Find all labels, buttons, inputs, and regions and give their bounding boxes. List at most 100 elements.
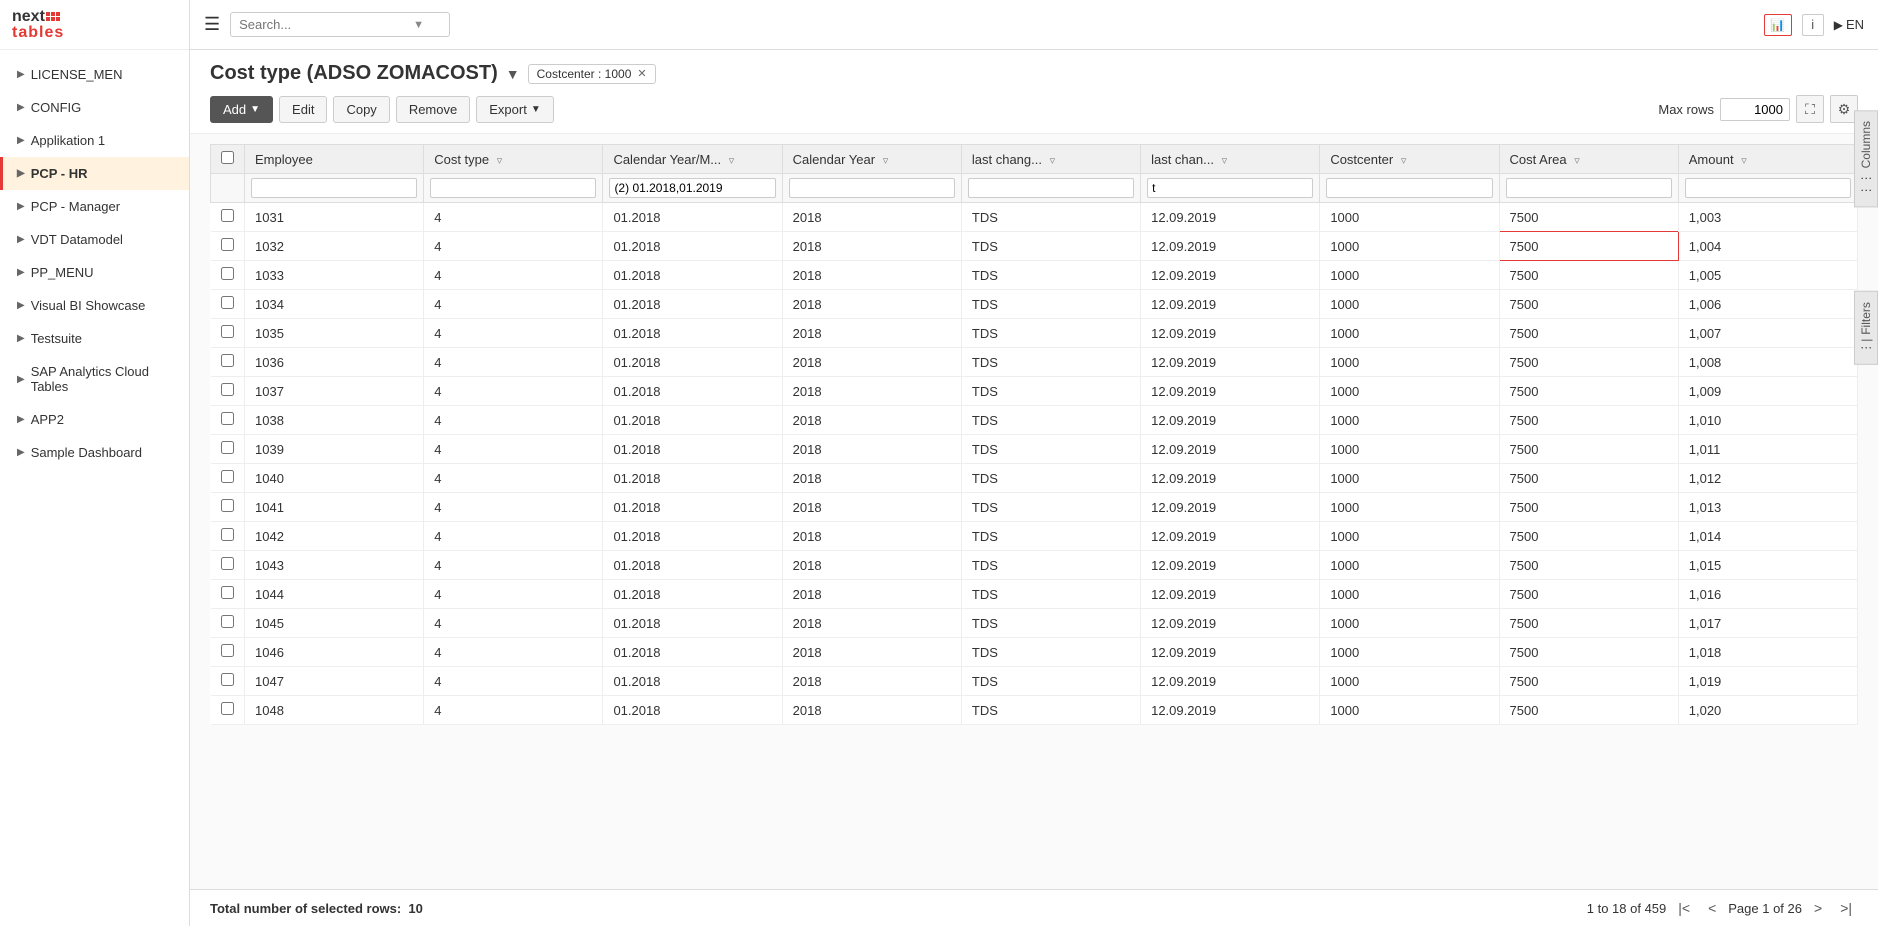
- filter-employee-input[interactable]: [251, 178, 417, 198]
- table-row[interactable]: 1036401.20182018TDS12.09.2019100075001,0…: [211, 348, 1858, 377]
- row-checkbox[interactable]: [221, 586, 234, 599]
- row-checkbox[interactable]: [221, 615, 234, 628]
- filter-calendar-year-month-input[interactable]: [609, 178, 775, 198]
- row-checkbox-cell[interactable]: [211, 261, 245, 290]
- sidebar-item-pp-menu[interactable]: ▶ PP_MENU: [0, 256, 189, 289]
- th-last-changed-on[interactable]: last chan... ▿: [1141, 145, 1320, 174]
- add-button[interactable]: Add ▼: [210, 96, 273, 123]
- filter-calendar-year[interactable]: [782, 174, 961, 203]
- row-checkbox[interactable]: [221, 673, 234, 686]
- sidebar-item-pcp-manager[interactable]: ▶ PCP - Manager: [0, 190, 189, 223]
- row-checkbox[interactable]: [221, 702, 234, 715]
- copy-button[interactable]: Copy: [333, 96, 389, 123]
- row-checkbox[interactable]: [221, 325, 234, 338]
- th-costcenter[interactable]: Costcenter ▿: [1320, 145, 1499, 174]
- remove-button[interactable]: Remove: [396, 96, 470, 123]
- filter-calendar-year-input[interactable]: [789, 178, 955, 198]
- table-row[interactable]: 1044401.20182018TDS12.09.2019100075001,0…: [211, 580, 1858, 609]
- row-checkbox-cell[interactable]: [211, 348, 245, 377]
- table-row[interactable]: 1034401.20182018TDS12.09.2019100075001,0…: [211, 290, 1858, 319]
- filter-amount[interactable]: [1678, 174, 1857, 203]
- table-row[interactable]: 1041401.20182018TDS12.09.2019100075001,0…: [211, 493, 1858, 522]
- hamburger-menu-icon[interactable]: ☰: [204, 14, 220, 35]
- filter-dropdown-icon[interactable]: ▼: [506, 66, 520, 82]
- sidebar-item-visual-bi-showcase[interactable]: ▶ Visual BI Showcase: [0, 289, 189, 322]
- sidebar-item-applikation-1[interactable]: ▶ Applikation 1: [0, 124, 189, 157]
- row-checkbox-cell[interactable]: [211, 696, 245, 725]
- table-row[interactable]: 1046401.20182018TDS12.09.2019100075001,0…: [211, 638, 1858, 667]
- filter-cost-area-input[interactable]: [1506, 178, 1672, 198]
- row-checkbox-cell[interactable]: [211, 232, 245, 261]
- sidebar-item-sample-dashboard[interactable]: ▶ Sample Dashboard: [0, 436, 189, 469]
- columns-panel-tab[interactable]: ⋮⋮ Columns: [1854, 110, 1878, 207]
- row-checkbox[interactable]: [221, 441, 234, 454]
- filter-icon[interactable]: ▿: [1401, 155, 1407, 167]
- filter-icon[interactable]: ▿: [1741, 155, 1747, 167]
- filters-panel-tab[interactable]: ⋮| Filters: [1854, 291, 1878, 365]
- filter-calendar-year-month[interactable]: [603, 174, 782, 203]
- filter-last-changed-on[interactable]: [1141, 174, 1320, 203]
- language-button[interactable]: ▶ EN: [1834, 17, 1864, 32]
- info-icon[interactable]: i: [1802, 14, 1824, 36]
- sidebar-item-config[interactable]: ▶ CONFIG: [0, 91, 189, 124]
- row-checkbox-cell[interactable]: [211, 290, 245, 319]
- table-row[interactable]: 1043401.20182018TDS12.09.2019100075001,0…: [211, 551, 1858, 580]
- th-calendar-year-month[interactable]: Calendar Year/M... ▿: [603, 145, 782, 174]
- row-checkbox[interactable]: [221, 499, 234, 512]
- table-row[interactable]: 1048401.20182018TDS12.09.2019100075001,0…: [211, 696, 1858, 725]
- row-checkbox[interactable]: [221, 354, 234, 367]
- row-checkbox-cell[interactable]: [211, 203, 245, 232]
- sidebar-item-vdt-datamodel[interactable]: ▶ VDT Datamodel: [0, 223, 189, 256]
- filter-cost-type[interactable]: [424, 174, 603, 203]
- search-box[interactable]: ▼: [230, 12, 450, 37]
- th-last-changed-by[interactable]: last chang... ▿: [961, 145, 1140, 174]
- th-cost-type[interactable]: Cost type ▿: [424, 145, 603, 174]
- row-checkbox-cell[interactable]: [211, 638, 245, 667]
- row-checkbox-cell[interactable]: [211, 319, 245, 348]
- table-row[interactable]: 1047401.20182018TDS12.09.2019100075001,0…: [211, 667, 1858, 696]
- row-checkbox-cell[interactable]: [211, 580, 245, 609]
- row-checkbox-cell[interactable]: [211, 609, 245, 638]
- filter-amount-input[interactable]: [1685, 178, 1851, 198]
- filter-cost-area[interactable]: [1499, 174, 1678, 203]
- filter-last-changed-by-input[interactable]: [968, 178, 1134, 198]
- filter-last-changed-on-input[interactable]: [1147, 178, 1313, 198]
- filter-costcenter[interactable]: [1320, 174, 1499, 203]
- row-checkbox-cell[interactable]: [211, 667, 245, 696]
- row-checkbox[interactable]: [221, 267, 234, 280]
- filter-cost-type-input[interactable]: [430, 178, 596, 198]
- fullscreen-icon[interactable]: ⛶: [1796, 95, 1824, 123]
- export-button[interactable]: Export ▼: [476, 96, 553, 123]
- row-checkbox[interactable]: [221, 644, 234, 657]
- filter-costcenter-input[interactable]: [1326, 178, 1492, 198]
- select-all-header[interactable]: [211, 145, 245, 174]
- row-checkbox-cell[interactable]: [211, 493, 245, 522]
- row-checkbox-cell[interactable]: [211, 406, 245, 435]
- filter-icon[interactable]: ▿: [1050, 155, 1056, 167]
- sidebar-item-testsuite[interactable]: ▶ Testsuite: [0, 322, 189, 355]
- max-rows-input[interactable]: [1720, 98, 1790, 121]
- edit-button[interactable]: Edit: [279, 96, 327, 123]
- filter-employee[interactable]: [245, 174, 424, 203]
- sidebar-item-license-men[interactable]: ▶ LICENSE_MEN: [0, 58, 189, 91]
- row-checkbox[interactable]: [221, 238, 234, 251]
- table-row[interactable]: 1039401.20182018TDS12.09.2019100075001,0…: [211, 435, 1858, 464]
- sidebar-item-pcp-hr[interactable]: ▶ PCP - HR: [0, 157, 189, 190]
- row-checkbox-cell[interactable]: [211, 464, 245, 493]
- row-checkbox[interactable]: [221, 528, 234, 541]
- th-amount[interactable]: Amount ▿: [1678, 145, 1857, 174]
- filter-icon[interactable]: ▿: [883, 155, 889, 167]
- table-row[interactable]: 1031401.20182018TDS12.09.2019100075001,0…: [211, 203, 1858, 232]
- row-checkbox[interactable]: [221, 209, 234, 222]
- table-row[interactable]: 1038401.20182018TDS12.09.2019100075001,0…: [211, 406, 1858, 435]
- table-row[interactable]: 1033401.20182018TDS12.09.2019100075001,0…: [211, 261, 1858, 290]
- row-checkbox-cell[interactable]: [211, 551, 245, 580]
- next-page-button[interactable]: >: [1808, 898, 1828, 918]
- table-row[interactable]: 1032401.20182018TDS12.09.2019100075001,0…: [211, 232, 1858, 261]
- select-all-checkbox[interactable]: [221, 151, 234, 164]
- row-checkbox[interactable]: [221, 383, 234, 396]
- sidebar-item-sap-analytics-cloud-tables[interactable]: ▶ SAP Analytics Cloud Tables: [0, 355, 189, 403]
- analytics-icon[interactable]: 📊: [1764, 14, 1792, 36]
- filter-icon[interactable]: ▿: [1574, 155, 1580, 167]
- filter-last-changed-by[interactable]: [961, 174, 1140, 203]
